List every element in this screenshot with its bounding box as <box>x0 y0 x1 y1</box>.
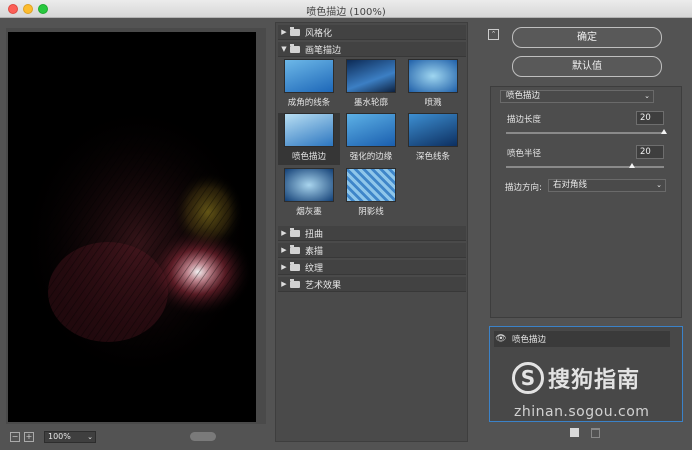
category-distort[interactable]: ▶ 扭曲 <box>278 226 466 241</box>
folder-icon <box>290 261 300 271</box>
filter-label: 成角的线条 <box>287 98 331 108</box>
effect-layer-name: 喷色描边 <box>512 335 547 345</box>
expand-arrow-icon: ▶ <box>281 246 287 254</box>
spray-radius-label: 喷色半径 <box>507 149 542 159</box>
filter-spatter[interactable]: 喷溅 <box>402 59 464 108</box>
trash-icon[interactable] <box>591 428 600 438</box>
default-button[interactable]: 默认值 <box>512 56 662 77</box>
category-artistic[interactable]: ▶ 艺术效果 <box>278 277 466 292</box>
stroke-length-slider-handle[interactable] <box>661 129 667 134</box>
spray-radius-slider[interactable] <box>506 163 664 168</box>
preview-panel <box>6 28 266 424</box>
category-label: 纹理 <box>305 263 324 274</box>
zoom-in-button[interactable]: + <box>24 432 34 442</box>
window-title: 喷色描边 (100%) <box>306 7 386 18</box>
filter-thumbnail <box>284 113 334 147</box>
stroke-length-label: 描边长度 <box>507 115 542 125</box>
filter-label: 墨水轮廓 <box>353 98 388 108</box>
stroke-length-input[interactable]: 20 <box>636 111 664 125</box>
folder-icon <box>290 244 300 254</box>
filter-accented-edges[interactable]: 强化的边缘 <box>340 113 402 162</box>
category-label: 艺术效果 <box>305 280 342 291</box>
filter-angled-strokes[interactable]: 成角的线条 <box>278 59 340 108</box>
new-effect-layer-icon[interactable] <box>570 428 579 437</box>
stroke-direction-label: 描边方向: <box>505 183 542 193</box>
category-sketch[interactable]: ▶ 素描 <box>278 243 466 258</box>
filter-ink-outlines[interactable]: 墨水轮廓 <box>340 59 402 108</box>
preview-image <box>8 32 256 422</box>
watermark-url: zhinan.sogou.com <box>514 404 650 420</box>
category-label: 画笔描边 <box>305 45 342 56</box>
ok-button[interactable]: 确定 <box>512 27 662 48</box>
chevron-down-icon: ⌄ <box>644 92 650 100</box>
category-texture[interactable]: ▶ 纹理 <box>278 260 466 275</box>
filter-thumbnail <box>284 59 334 93</box>
zoom-out-button[interactable]: − <box>10 432 20 442</box>
category-label: 风格化 <box>305 28 333 39</box>
folder-icon <box>290 43 300 53</box>
watermark: S 搜狗指南 <box>512 362 640 394</box>
chevron-down-icon: ⌄ <box>656 181 662 189</box>
category-stylize[interactable]: ▶ 风格化 <box>278 25 466 40</box>
category-label: 扭曲 <box>305 229 324 240</box>
filter-crosshatch[interactable]: 阴影线 <box>340 168 402 217</box>
stroke-length-slider[interactable] <box>506 129 667 134</box>
filter-select-value: 喷色描边 <box>506 91 541 101</box>
filter-label: 深色线条 <box>415 152 450 162</box>
stroke-direction-value: 右对角线 <box>553 180 588 190</box>
zoom-select[interactable]: 100% ⌄ <box>44 431 96 443</box>
filter-dark-strokes[interactable]: 深色线条 <box>402 113 464 162</box>
zoom-value: 100% <box>48 432 71 441</box>
layer-actions <box>570 428 600 438</box>
filter-label: 阴影线 <box>358 207 384 217</box>
folder-icon <box>290 227 300 237</box>
effect-layer-row[interactable]: 👁 喷色描边 <box>494 331 670 347</box>
collapse-gallery-button[interactable]: ⌃ <box>488 29 499 40</box>
expand-arrow-icon: ▶ <box>281 229 287 237</box>
filter-thumbnail <box>408 113 458 147</box>
expand-arrow-icon: ▶ <box>281 28 287 36</box>
filter-gallery: ▶ 风格化 ▼ 画笔描边 成角的线条 墨水轮廓 喷溅 喷色描边 强化的边缘 深色… <box>275 22 468 442</box>
filter-thumbnail <box>284 168 334 202</box>
sogou-logo: S <box>512 362 544 394</box>
filter-sumi-e[interactable]: 烟灰墨 <box>278 168 340 217</box>
filter-label: 喷色描边 <box>291 152 326 162</box>
filter-thumbnail <box>346 59 396 93</box>
filter-thumbnail <box>408 59 458 93</box>
collapse-arrow-icon: ▼ <box>281 45 287 53</box>
preview-canvas[interactable] <box>8 32 256 422</box>
spray-radius-slider-handle[interactable] <box>629 163 636 168</box>
filter-sprayed-strokes[interactable]: 喷色描边 <box>278 113 340 165</box>
spray-radius-input[interactable]: 20 <box>636 145 664 159</box>
title-bar: 喷色描边 (100%) <box>0 0 692 18</box>
filter-label: 喷溅 <box>424 98 442 108</box>
filter-select[interactable]: 喷色描边 ⌄ <box>500 90 654 103</box>
chevron-down-icon: ⌄ <box>87 433 93 441</box>
preview-footer: − + 100% ⌄ <box>10 430 96 444</box>
folder-icon <box>290 26 300 36</box>
filter-thumbnail <box>346 168 396 202</box>
preview-scrollbar[interactable] <box>190 432 216 441</box>
category-brush-strokes[interactable]: ▼ 画笔描边 <box>278 42 466 57</box>
category-label: 素描 <box>305 246 324 257</box>
stroke-direction-select[interactable]: 右对角线 ⌄ <box>548 179 666 192</box>
expand-arrow-icon: ▶ <box>281 263 287 271</box>
folder-icon <box>290 278 300 288</box>
expand-arrow-icon: ▶ <box>281 280 287 288</box>
filter-thumbnail <box>346 113 396 147</box>
filter-label: 烟灰墨 <box>296 207 322 217</box>
watermark-brand: 搜狗指南 <box>548 368 641 393</box>
eye-icon[interactable]: 👁 <box>494 334 508 344</box>
filter-label: 强化的边缘 <box>349 152 393 162</box>
